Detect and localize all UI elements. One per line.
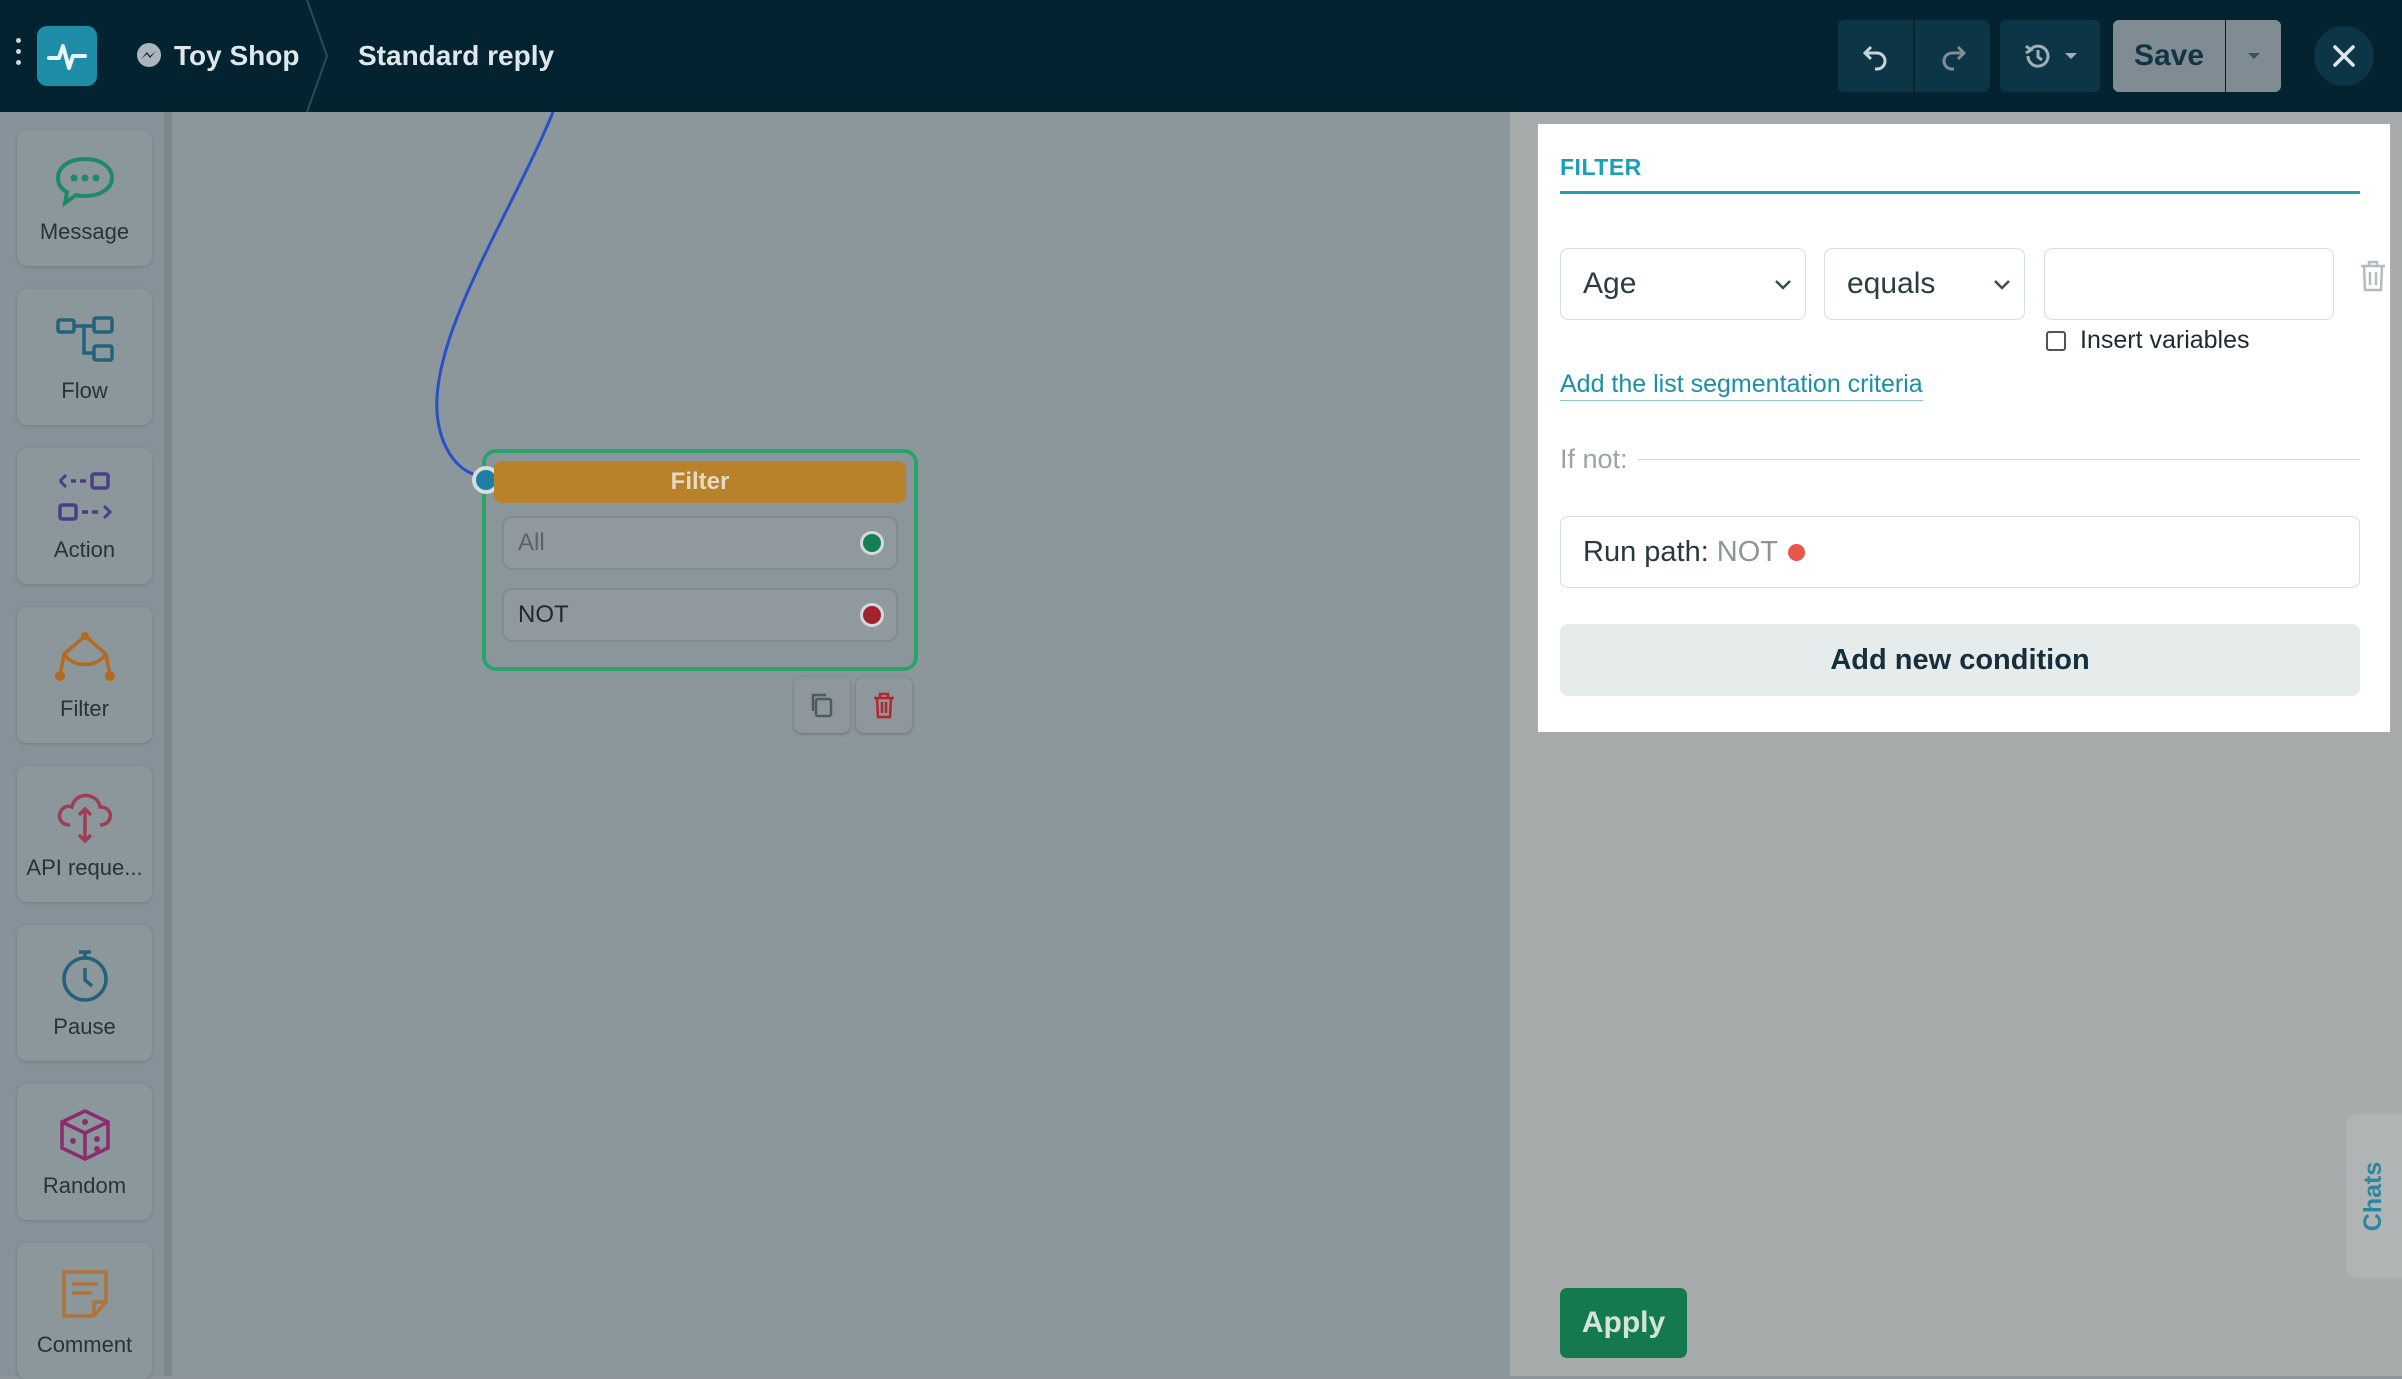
sidebar-item-comment[interactable]: Comment (17, 1243, 152, 1379)
run-path-field[interactable]: Run path: NOT (1560, 516, 2360, 588)
chevron-down-icon (2247, 53, 2260, 59)
add-segmentation-link[interactable]: Add the list segmentation criteria (1560, 368, 1923, 401)
bot-name: Toy Shop (174, 40, 300, 71)
divider (1637, 459, 2360, 460)
sidebar-item-label: Filter (60, 696, 109, 721)
undo-button[interactable] (1838, 20, 1913, 92)
settings-panel: FILTER Age equals Insert variables Add t… (1510, 112, 2402, 1376)
sidebar-item-label: Random (42, 1173, 127, 1198)
path-label: NOT (518, 601, 569, 628)
if-not-section: If not: (1560, 444, 2360, 475)
sidebar-item-action[interactable]: Action (17, 448, 152, 584)
flow-title: Standard reply (358, 40, 555, 71)
sidebar-item-pause[interactable]: Pause (17, 925, 152, 1061)
message-icon (55, 156, 114, 208)
action-icon (57, 472, 112, 521)
top-bar: Toy Shop Standard reply Save (0, 0, 2402, 112)
sidebar-item-message[interactable]: Message (17, 130, 152, 266)
run-path-label: Run path: (1583, 535, 1709, 568)
menu-dots-icon[interactable] (8, 38, 28, 74)
sidebar-item-label: Pause (53, 1014, 116, 1039)
title-underline (1560, 191, 2360, 194)
undo-icon (1862, 45, 1886, 71)
connection-wire (435, 112, 555, 478)
run-path-value: NOT (1716, 535, 1778, 568)
path-label: All (518, 529, 545, 556)
operator-select-value: equals (1847, 267, 1936, 300)
api-request-icon (57, 793, 112, 844)
random-icon (59, 1109, 110, 1161)
flow-canvas[interactable]: Filter All NOT (172, 112, 1510, 1376)
bot-selector[interactable]: Toy Shop (134, 36, 299, 76)
delete-node-button[interactable] (856, 677, 912, 733)
output-port-all[interactable] (860, 531, 884, 555)
add-new-condition-button[interactable]: Add new condition (1560, 624, 2360, 696)
redo-button[interactable] (1915, 20, 1990, 92)
delete-condition-icon[interactable] (2356, 258, 2390, 294)
insert-variables-checkbox[interactable] (2046, 330, 2066, 351)
flow-icon (55, 316, 114, 362)
field-select-value: Age (1583, 267, 1637, 300)
field-select[interactable]: Age (1560, 248, 1806, 320)
output-port-not[interactable] (860, 603, 884, 627)
chats-tab-label: Chats (2359, 1161, 2388, 1231)
insert-variables-toggle[interactable]: Insert variables (2046, 326, 2250, 355)
sidebar-item-label: Action (53, 537, 116, 562)
sidebar-item-filter[interactable]: Filter (17, 607, 152, 743)
sidebar-item-api-request[interactable]: API reque... (17, 766, 152, 902)
redo-icon (1942, 45, 1966, 71)
component-sidebar: Message Flow Action Filter API reque... … (0, 112, 172, 1379)
close-icon (2333, 45, 2355, 67)
comment-icon (61, 1270, 108, 1318)
sidebar-item-label: Message (39, 219, 130, 244)
chevron-down-icon (2065, 53, 2077, 59)
messenger-icon (137, 43, 161, 67)
sidebar-item-flow[interactable]: Flow (17, 289, 152, 425)
node-path-all[interactable]: All (502, 516, 898, 570)
copy-icon (811, 693, 833, 718)
sidebar-item-label: Flow (61, 378, 108, 403)
save-options-dropdown[interactable] (2226, 20, 2281, 92)
filter-settings-card: FILTER Age equals Insert variables Add t… (1538, 124, 2390, 732)
operator-select[interactable]: equals (1824, 248, 2025, 320)
chats-tab[interactable]: Chats (2346, 1114, 2402, 1278)
save-button[interactable]: Save (2113, 20, 2225, 92)
pause-icon (61, 950, 108, 1002)
sidebar-item-label: Comment (36, 1332, 133, 1357)
run-path-status-dot (1787, 543, 1805, 561)
node-toolbar (794, 677, 912, 733)
history-button[interactable] (2000, 20, 2100, 92)
chevron-down-icon (1994, 280, 2010, 290)
sidebar-item-label: API reque... (26, 855, 143, 880)
app-logo-icon[interactable] (37, 26, 97, 86)
panel-title: FILTER (1560, 154, 1642, 180)
condition-value-input[interactable] (2044, 248, 2334, 320)
node-title: Filter (494, 461, 906, 503)
history-icon (2025, 44, 2050, 68)
filter-node[interactable]: Filter All NOT (472, 449, 918, 671)
if-not-label: If not: (1560, 444, 1628, 474)
chevron-down-icon (1775, 280, 1791, 290)
filter-icon (54, 632, 115, 681)
trash-icon (874, 692, 894, 719)
sidebar-item-random[interactable]: Random (17, 1084, 152, 1220)
breadcrumb-separator (306, 0, 329, 112)
close-button[interactable] (2314, 26, 2374, 86)
duplicate-node-button[interactable] (794, 677, 850, 733)
insert-variables-label: Insert variables (2080, 326, 2250, 354)
apply-button[interactable]: Apply (1560, 1288, 1687, 1358)
node-path-not[interactable]: NOT (502, 588, 898, 642)
